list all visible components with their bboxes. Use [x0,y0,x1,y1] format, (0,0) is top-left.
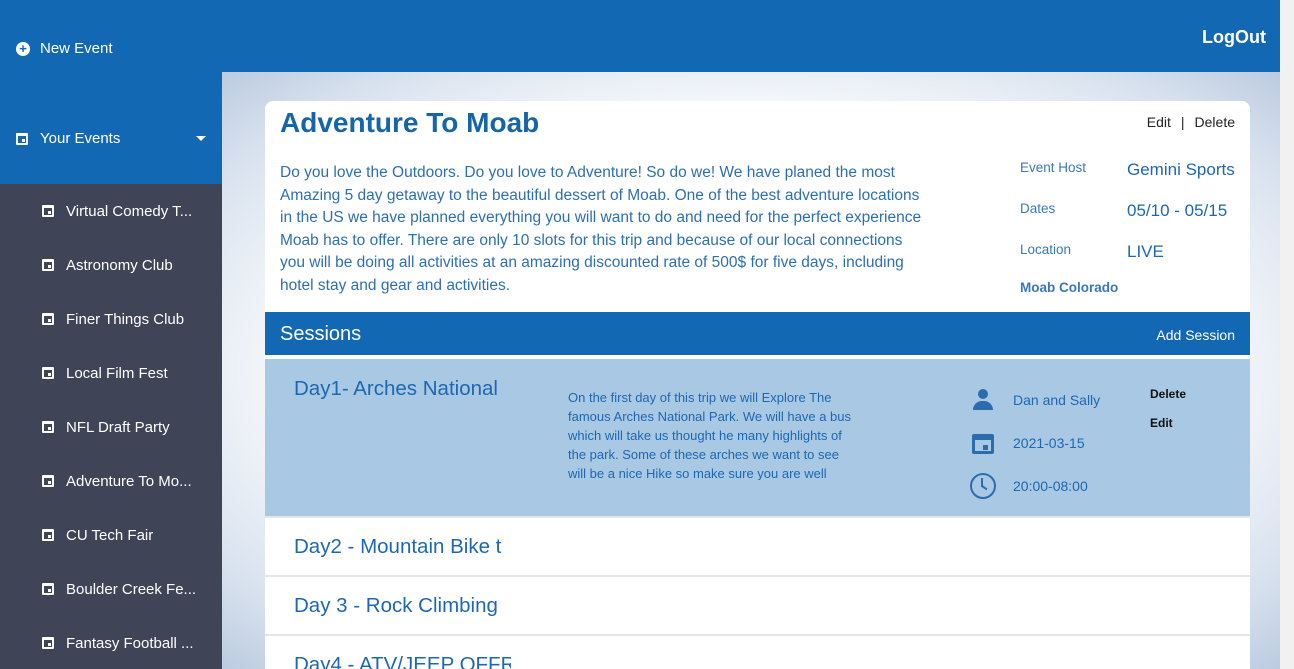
calendar-icon [42,583,54,595]
sidebar-item-event[interactable]: Local Film Fest [0,346,222,400]
sidebar-item-label: NFL Draft Party [66,418,170,436]
event-title: Adventure To Moab [280,107,540,138]
session-item[interactable]: Day2 - Mountain Bike t [265,516,1250,574]
add-session-button[interactable]: Add Session [1156,327,1235,343]
sidebar-item-label: Local Film Fest [66,364,168,382]
calendar-icon [42,475,54,487]
new-event-button[interactable]: + New Event [16,40,113,57]
new-event-label: New Event [40,40,113,57]
session-info: Dan and Sally 2021-03-15 20:00-08:00 [970,378,1100,507]
sidebar-item-label: Adventure To Mo... [66,472,192,490]
event-list: Virtual Comedy T... Astronomy Club Finer… [0,184,222,669]
dates-label: Dates [1020,201,1056,216]
sidebar: + New Event Your Events Virtual Comedy T… [0,0,222,669]
delete-event-button[interactable]: Delete [1195,114,1235,130]
session-title: Day4 - ATV/JEEP OFFR [294,653,511,669]
session-item[interactable]: Day4 - ATV/JEEP OFFR [265,634,1250,669]
host-value: Gemini Sports [1127,160,1235,179]
session-item-expanded[interactable]: Day1- Arches National On the first day o… [265,359,1250,516]
edit-event-button[interactable]: Edit [1147,114,1171,130]
sidebar-item-event[interactable]: CU Tech Fair [0,508,222,562]
session-title: Day2 - Mountain Bike t [294,535,502,558]
delete-session-button[interactable]: Delete [1150,387,1186,401]
calendar-icon [970,430,996,456]
sidebar-item-event[interactable]: Fantasy Football ... [0,616,222,669]
event-details: Event Host Gemini Sports Dates 05/10 - 0… [1020,158,1240,295]
calendar-icon [42,313,54,325]
location-label: Location [1020,242,1072,257]
sidebar-item-event[interactable]: Finer Things Club [0,292,222,346]
sidebar-header: + New Event Your Events [0,0,222,184]
sidebar-item-event[interactable]: NFL Draft Party [0,400,222,454]
calendar-icon [42,259,54,271]
dates-value: 05/10 - 05/15 [1127,201,1228,220]
sidebar-item-event[interactable]: Virtual Comedy T... [0,184,222,238]
session-title: Day1- Arches National [294,377,498,400]
sessions-heading: Sessions [280,323,362,345]
sessions-header: Sessions Add Session [265,312,1250,355]
calendar-icon [42,367,54,379]
event-description: Do you love the Outdoors. Do you love to… [280,164,922,294]
location-detail: Moab Colorado [1020,280,1119,295]
location-value: LIVE [1127,242,1164,261]
clock-icon [970,472,996,499]
session-title: Day 3 - Rock Climbing [294,594,498,617]
sidebar-item-label: Virtual Comedy T... [66,202,193,220]
action-separator: | [1180,114,1185,130]
sidebar-item-label: Fantasy Football ... [66,634,194,652]
session-item[interactable]: Day 3 - Rock Climbing [265,575,1250,633]
session-host: Dan and Sally [1013,391,1101,408]
calendar-icon [42,529,54,541]
your-events-label: Your Events [40,130,121,147]
calendar-icon [42,421,54,433]
person-icon [970,387,996,413]
sidebar-item-event[interactable]: Boulder Creek Fe... [0,562,222,616]
plus-circle-icon: + [16,41,30,56]
sidebar-item-label: Boulder Creek Fe... [66,580,197,598]
sidebar-item-label: CU Tech Fair [66,526,154,544]
edit-session-button[interactable]: Edit [1150,416,1186,430]
host-label: Event Host [1020,160,1087,175]
your-events-toggle[interactable]: Your Events [16,130,206,147]
sidebar-item-label: Finer Things Club [66,310,185,328]
scrollbar[interactable] [1280,0,1294,669]
chevron-down-icon [196,136,206,141]
event-actions: Edit | Delete [1147,114,1235,130]
session-time: 20:00-08:00 [1013,477,1088,494]
sidebar-item-event[interactable]: Astronomy Club [0,238,222,292]
session-actions: Delete Edit [1150,387,1186,445]
sidebar-item-label: Astronomy Club [66,256,173,274]
calendar-icon [42,205,54,217]
session-description: On the first day of this trip we will Ex… [568,390,852,480]
session-date: 2021-03-15 [1013,434,1085,451]
calendar-icon [16,132,28,145]
logout-button[interactable]: LogOut [1202,27,1266,48]
calendar-icon [42,637,54,649]
sidebar-item-event[interactable]: Adventure To Mo... [0,454,222,508]
event-card: Adventure To Moab Edit | Delete Do you lov… [265,101,1250,669]
